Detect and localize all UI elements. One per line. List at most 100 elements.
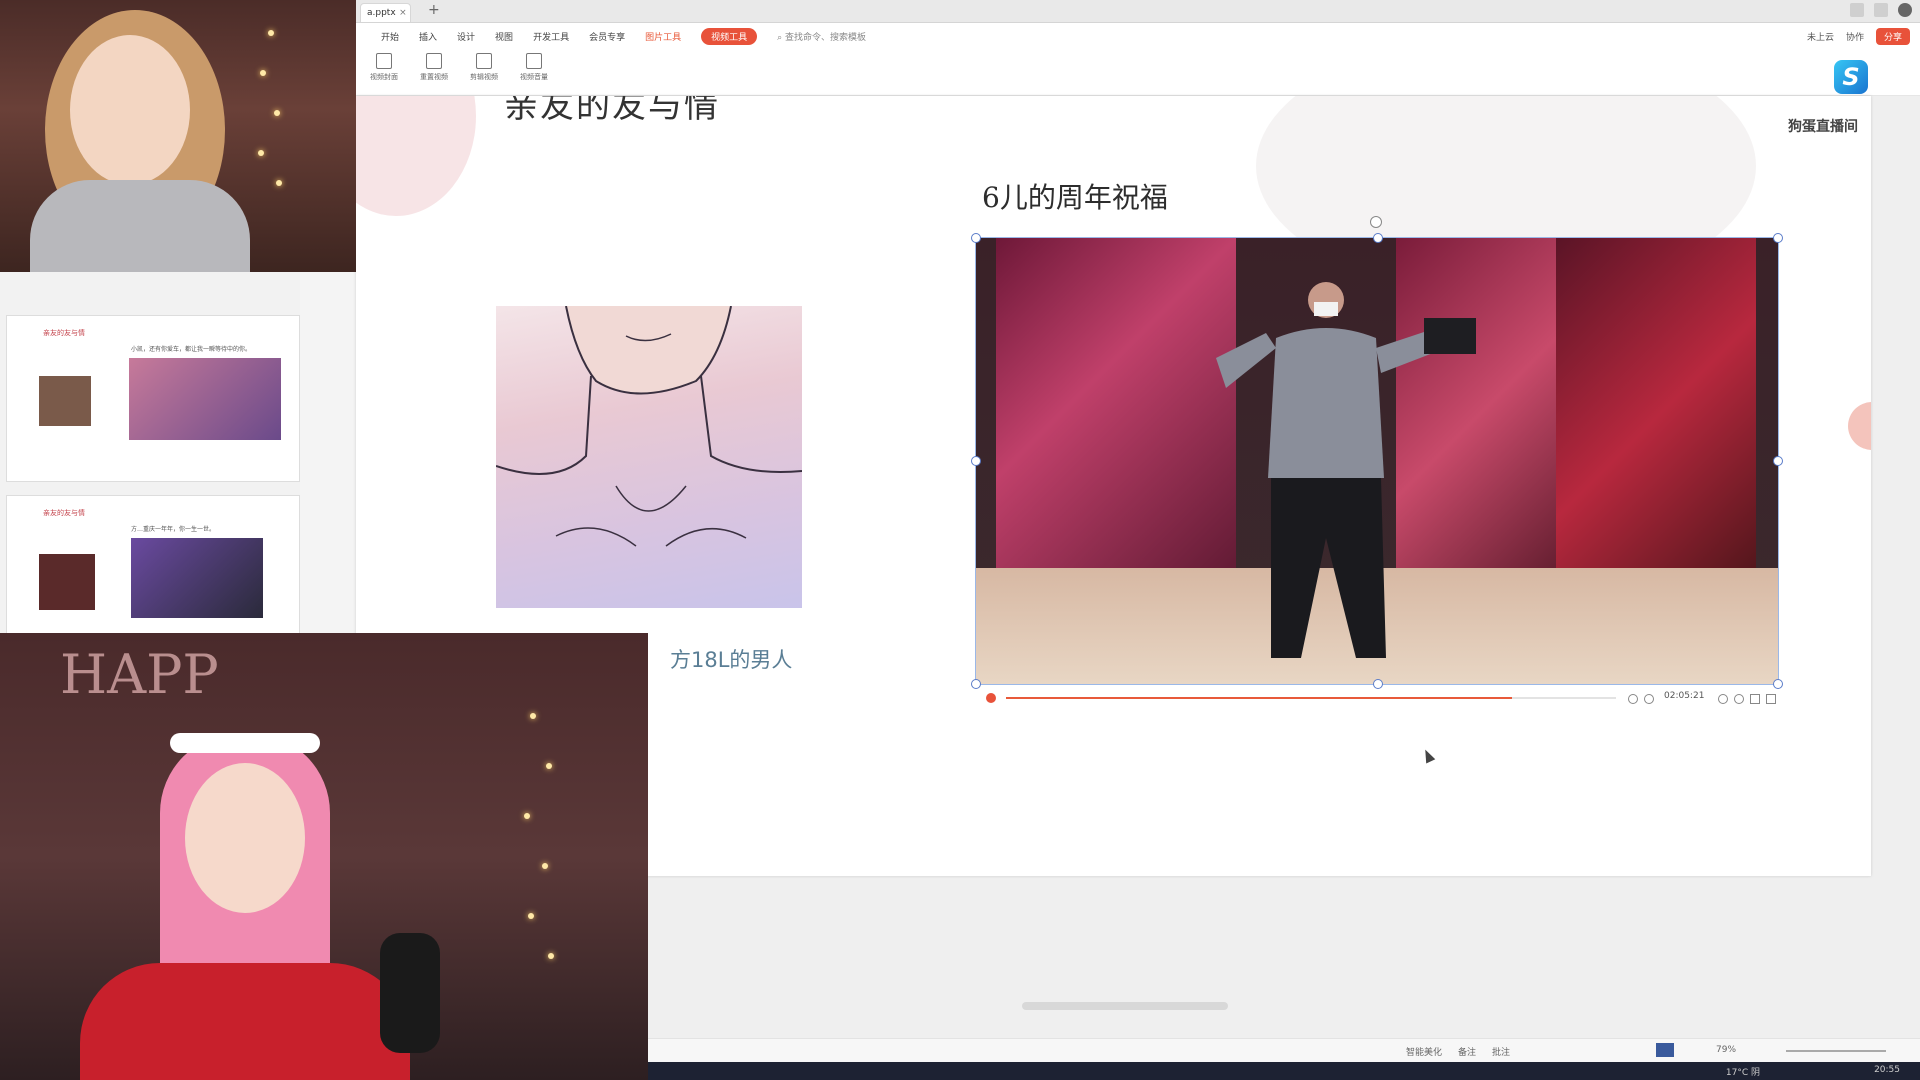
webcam-balloons: HAPP xyxy=(60,643,219,706)
video-volume-icon xyxy=(526,53,542,69)
sketch-lines xyxy=(496,306,802,547)
webcam-overlay-bottom: HAPP xyxy=(0,633,648,1080)
webcam-tree xyxy=(520,693,560,973)
webcam-sweater xyxy=(30,180,250,272)
video-progress-fill xyxy=(1006,697,1513,699)
webcam-overlay-top xyxy=(0,0,356,272)
video-object[interactable] xyxy=(971,216,1783,689)
close-icon[interactable]: × xyxy=(399,4,407,22)
slide-thumbnail[interactable]: 亲友的友与情 小凯，还有你爱车，都让我一瞬等待中的你。 xyxy=(6,315,300,482)
slide-decoration-circle xyxy=(1848,402,1871,450)
video-cover-icon xyxy=(376,53,392,69)
slide-heading[interactable]: 亲友的友与情 xyxy=(504,96,720,127)
collab-button[interactable]: 协作 xyxy=(1846,30,1864,43)
resize-handle[interactable] xyxy=(1373,679,1383,689)
status-tools: 智能美化 备注 批注 xyxy=(1406,1045,1510,1058)
video-cover-button[interactable]: 视频封面 xyxy=(366,53,402,82)
webcam-headband xyxy=(170,733,320,753)
settings-icon[interactable] xyxy=(1734,694,1744,704)
video-frame[interactable] xyxy=(976,238,1778,684)
resize-handle[interactable] xyxy=(1773,679,1783,689)
video-cover-label: 视频封面 xyxy=(370,73,398,81)
trim-video-label: 剪辑视频 xyxy=(470,73,498,81)
clock: 20:55 xyxy=(1874,1065,1900,1075)
video-time: 02:05:21 xyxy=(1664,691,1705,701)
sketch-image[interactable] xyxy=(496,306,802,608)
ribbon-menu: 开始 插入 设计 视图 开发工具 会员专享 图片工具 视频工具 ⌕ 查找命令、搜… xyxy=(381,28,866,45)
thumbnail-image xyxy=(129,358,281,440)
zoom-level[interactable]: 79% xyxy=(1716,1045,1736,1055)
thumbnail-caption: 小凯，还有你爱车，都让我一瞬等待中的你。 xyxy=(131,346,252,353)
video-person xyxy=(1216,282,1476,658)
slideshow-play-button[interactable] xyxy=(1656,1043,1674,1057)
video-title[interactable]: 6儿的周年祝福 xyxy=(982,176,1168,216)
menu-picture-tools[interactable]: 图片工具 xyxy=(645,30,681,43)
trim-video-button[interactable]: 剪辑视频 xyxy=(466,53,502,82)
rewind-icon[interactable] xyxy=(1628,694,1638,704)
reset-video-button[interactable]: 重置视频 xyxy=(416,53,452,82)
horizontal-scrollbar[interactable] xyxy=(1022,1002,1228,1010)
menu-insert[interactable]: 插入 xyxy=(419,30,437,43)
command-search-label: 查找命令、搜索模板 xyxy=(785,33,867,43)
pip-icon[interactable] xyxy=(1750,694,1760,704)
document-tab-label: a.pptx xyxy=(367,8,396,18)
menu-design[interactable]: 设计 xyxy=(457,30,475,43)
trim-video-icon xyxy=(476,53,492,69)
webcam-face xyxy=(185,763,305,913)
webcam-microphone xyxy=(380,933,440,1053)
thumbnail-image xyxy=(39,554,95,610)
weather-status: 17°C 阴 xyxy=(1725,1068,1760,1078)
resize-handle[interactable] xyxy=(1773,456,1783,466)
ribbon: 开始 插入 设计 视图 开发工具 会员专享 图片工具 视频工具 ⌕ 查找命令、搜… xyxy=(356,23,1920,96)
zoom-slider[interactable] xyxy=(1786,1050,1886,1052)
thumbnail-image xyxy=(131,538,263,618)
thumbnail-title: 亲友的友与情 xyxy=(43,329,85,337)
fullscreen-icon[interactable] xyxy=(1766,694,1776,704)
video-progress-bar[interactable] xyxy=(1006,697,1616,699)
menu-developer[interactable]: 开发工具 xyxy=(533,30,569,43)
resize-handle[interactable] xyxy=(1373,233,1383,243)
window-controls xyxy=(1850,3,1912,17)
smart-beautify-button[interactable]: 智能美化 xyxy=(1406,1045,1442,1058)
stream-logo-icon: S xyxy=(1834,60,1868,94)
rotate-handle-icon[interactable] xyxy=(1370,216,1382,228)
reset-video-label: 重置视频 xyxy=(420,73,448,81)
command-search[interactable]: ⌕ 查找命令、搜索模板 xyxy=(777,30,866,43)
video-volume-label: 视频音量 xyxy=(520,73,548,81)
comments-button[interactable]: 批注 xyxy=(1492,1045,1510,1058)
ribbon-tools: 视频封面 重置视频 剪辑视频 视频音量 xyxy=(366,53,552,82)
resize-handle[interactable] xyxy=(1773,233,1783,243)
document-tab[interactable]: a.pptx × xyxy=(360,3,411,22)
forward-icon[interactable] xyxy=(1644,694,1654,704)
volume-icon[interactable] xyxy=(1718,694,1728,704)
menu-member[interactable]: 会员专享 xyxy=(589,30,625,43)
thumbnail-title: 亲友的友与情 xyxy=(43,509,85,517)
resize-handle[interactable] xyxy=(971,456,981,466)
video-control-bar: 02:05:21 xyxy=(976,690,1778,706)
share-button[interactable]: 分享 xyxy=(1875,28,1910,45)
avatar[interactable] xyxy=(1898,3,1912,17)
play-icon[interactable] xyxy=(986,693,996,703)
menu-video-tools[interactable]: 视频工具 xyxy=(701,28,758,45)
cloud-status[interactable]: 未上云 xyxy=(1807,30,1834,43)
watermark: 狗蛋直播间 xyxy=(1788,119,1858,135)
grid-icon[interactable] xyxy=(1874,3,1888,17)
layout-icon[interactable] xyxy=(1850,3,1864,17)
thumbnail-image xyxy=(39,376,91,426)
menu-view[interactable]: 视图 xyxy=(495,30,513,43)
webcam-tree xyxy=(250,20,290,210)
webcam-face xyxy=(70,35,190,185)
webcam-outfit xyxy=(80,963,410,1080)
menu-home[interactable]: 开始 xyxy=(381,30,399,43)
resize-handle[interactable] xyxy=(971,233,981,243)
slide-thumbnails: 亲友的友与情 小凯，还有你爱车，都让我一瞬等待中的你。 亲友的友与情 方…重庆一… xyxy=(0,230,300,662)
resize-handle[interactable] xyxy=(971,679,981,689)
tab-bar: a.pptx × + xyxy=(356,0,1920,23)
sketch-caption[interactable]: 方18L的男人 xyxy=(670,644,792,674)
reset-video-icon xyxy=(426,53,442,69)
slide-decoration xyxy=(356,96,476,216)
new-tab-button[interactable]: + xyxy=(428,2,440,18)
ribbon-right: 未上云 协作 分享 xyxy=(1807,28,1910,45)
notes-button[interactable]: 备注 xyxy=(1458,1045,1476,1058)
video-volume-button[interactable]: 视频音量 xyxy=(516,53,552,82)
